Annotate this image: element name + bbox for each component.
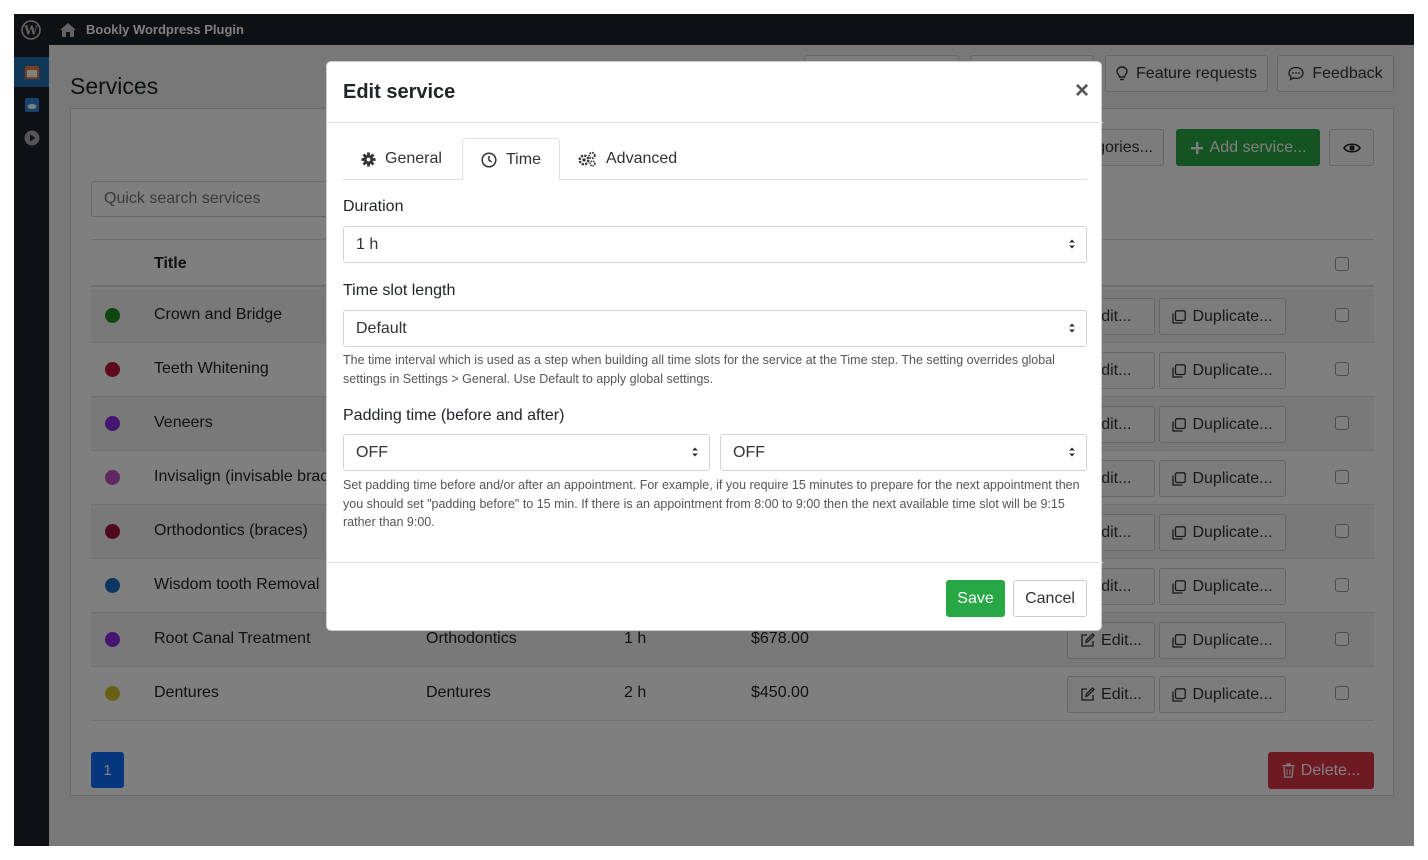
duration-label: Duration <box>343 198 404 215</box>
duration-value: 1 h <box>356 236 379 253</box>
tab-time[interactable]: Time <box>462 138 560 181</box>
gears-icon <box>578 151 596 167</box>
gear-icon <box>361 151 376 167</box>
modal-header: Edit service × <box>327 62 1103 123</box>
clock-icon <box>481 151 497 168</box>
browser-frame: W Bookly Wordpress Plugin Services Featu… <box>14 14 1414 846</box>
save-button[interactable]: Save <box>946 580 1005 617</box>
modal-footer: Save Cancel <box>327 562 1103 632</box>
slot-length-help: The time interval which is used as a ste… <box>343 353 1055 386</box>
save-label: Save <box>957 589 994 607</box>
select-caret-icon <box>692 447 698 457</box>
tab-advanced[interactable]: Advanced <box>559 138 695 180</box>
modal-tabs: General Time Advanced <box>343 138 1087 181</box>
tab-general[interactable]: General <box>343 138 460 180</box>
slot-length-label: Time slot length <box>343 282 456 299</box>
duration-select[interactable]: 1 h <box>343 226 1087 263</box>
select-caret-icon <box>1069 323 1075 333</box>
slot-length-value: Default <box>356 320 407 337</box>
edit-service-modal: Edit service × General Time Advanced Dur… <box>326 61 1103 632</box>
slot-length-select[interactable]: Default <box>343 310 1087 347</box>
padding-help: Set padding time before and/or after an … <box>343 478 1080 530</box>
padding-label: Padding time (before and after) <box>343 407 565 424</box>
select-caret-icon <box>1069 447 1075 457</box>
cancel-button[interactable]: Cancel <box>1013 580 1087 617</box>
padding-after-value: OFF <box>733 444 765 461</box>
padding-after-select[interactable]: OFF <box>720 434 1087 471</box>
modal-title: Edit service <box>343 81 456 103</box>
tab-advanced-label: Advanced <box>606 150 678 167</box>
tab-general-label: General <box>385 150 442 167</box>
cancel-label: Cancel <box>1025 589 1075 607</box>
tab-time-label: Time <box>506 150 541 168</box>
padding-before-value: OFF <box>356 444 388 461</box>
close-icon[interactable]: × <box>1075 79 1089 103</box>
padding-before-select[interactable]: OFF <box>343 434 710 471</box>
select-caret-icon <box>1069 239 1075 249</box>
